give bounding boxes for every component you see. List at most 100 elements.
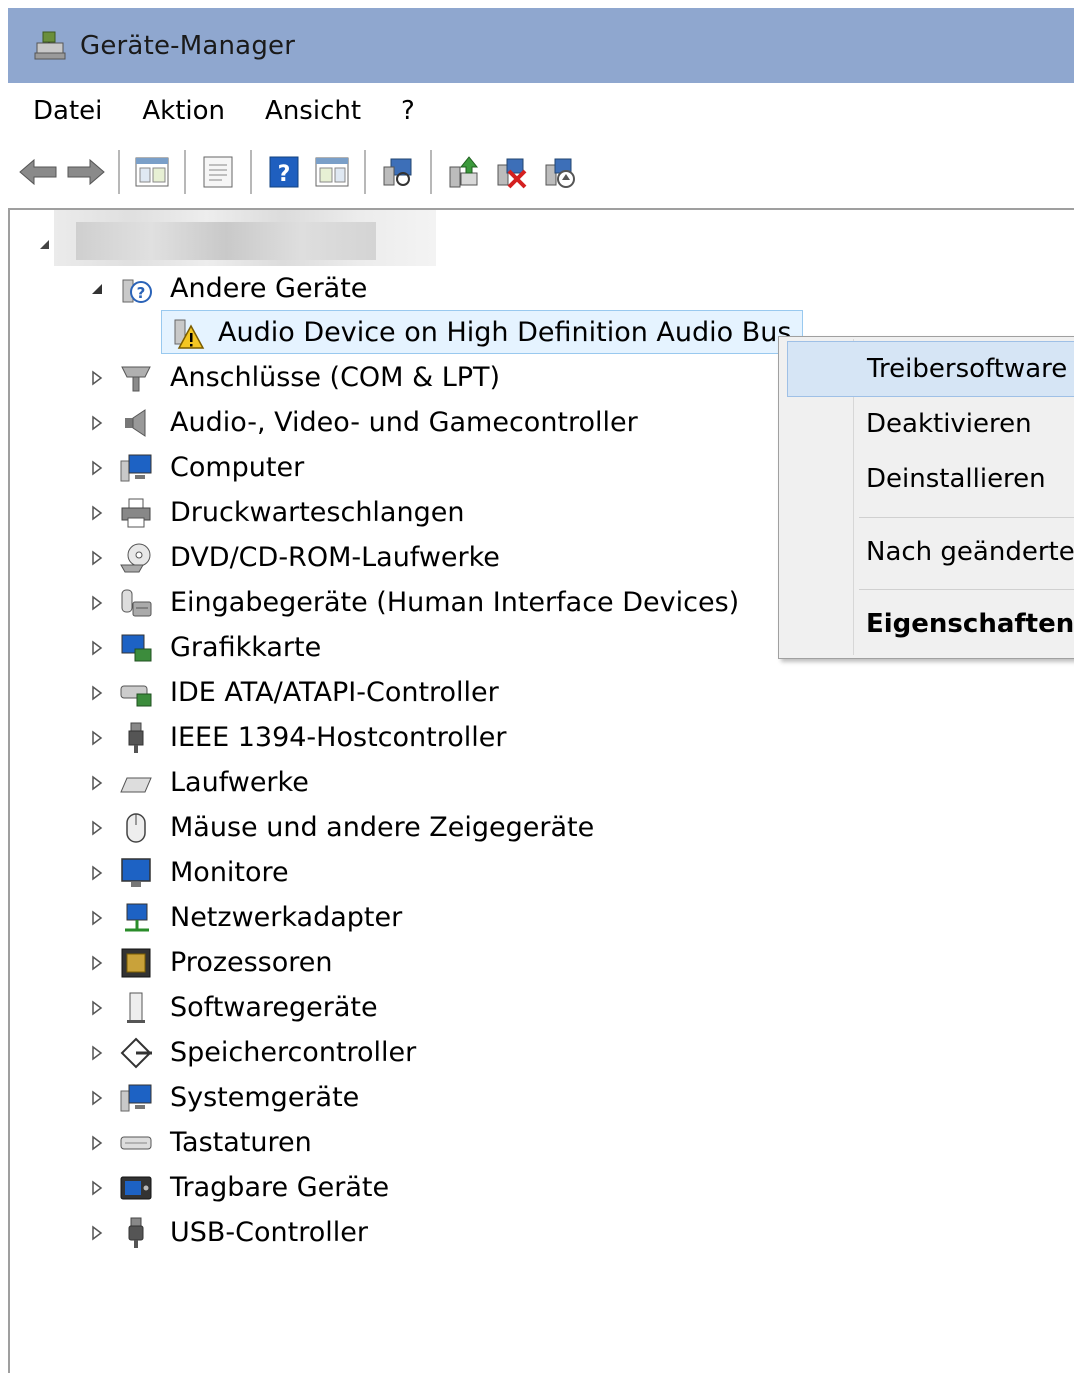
collapsed-arrow-icon[interactable] bbox=[90, 1223, 104, 1243]
update-driver-icon[interactable] bbox=[442, 150, 486, 194]
collapsed-arrow-icon[interactable] bbox=[90, 863, 104, 883]
context-menu-scan-changes[interactable]: Nach geänderte bbox=[787, 525, 1074, 579]
svg-text:?: ? bbox=[278, 162, 291, 187]
tree-label: Softwaregeräte bbox=[170, 992, 378, 1023]
tree-label: Computer bbox=[170, 452, 305, 483]
collapsed-arrow-icon[interactable] bbox=[90, 1088, 104, 1108]
tree-label: USB-Controller bbox=[170, 1217, 368, 1248]
network-adapter-icon bbox=[118, 900, 154, 936]
collapsed-arrow-icon[interactable] bbox=[90, 683, 104, 703]
menu-datei[interactable]: Datei bbox=[26, 90, 109, 132]
console-tree-icon[interactable] bbox=[130, 150, 174, 194]
tree-label: Speichercontroller bbox=[170, 1037, 417, 1068]
ide-controller-icon bbox=[118, 675, 154, 711]
keyboard-icon bbox=[118, 1125, 154, 1161]
mouse-icon bbox=[118, 810, 154, 846]
expanded-arrow-icon[interactable] bbox=[90, 279, 104, 299]
storage-controller-icon bbox=[118, 1035, 154, 1071]
computer-icon bbox=[118, 450, 154, 486]
toolbar: ? bbox=[8, 141, 1074, 203]
tree-label: Audio-, Video- und Gamecontroller bbox=[170, 407, 638, 438]
help-icon[interactable]: ? bbox=[262, 150, 306, 194]
menu-item-label: Deaktivieren bbox=[866, 409, 1032, 439]
collapsed-arrow-icon[interactable] bbox=[90, 728, 104, 748]
collapsed-arrow-icon[interactable] bbox=[90, 953, 104, 973]
collapsed-arrow-icon[interactable] bbox=[90, 1178, 104, 1198]
context-menu-properties[interactable]: Eigenschaften bbox=[787, 597, 1074, 651]
tree-label: Tragbare Geräte bbox=[170, 1172, 390, 1203]
speaker-icon bbox=[118, 405, 154, 441]
device-manager-icon bbox=[32, 28, 68, 64]
toolbar-separator bbox=[364, 150, 366, 194]
tree-label: Tastaturen bbox=[170, 1127, 312, 1158]
menu-help[interactable]: ? bbox=[394, 90, 422, 132]
collapsed-arrow-icon[interactable] bbox=[90, 413, 104, 433]
uninstall-device-icon[interactable] bbox=[490, 150, 534, 194]
toolbar-separator bbox=[118, 150, 120, 194]
drive-icon bbox=[118, 765, 154, 801]
tree-label: Netzwerkadapter bbox=[170, 902, 403, 933]
toolbar-separator bbox=[250, 150, 252, 194]
unknown-device-icon: ? bbox=[118, 271, 154, 307]
tree-label: Anschlüsse (COM & LPT) bbox=[170, 362, 501, 393]
tree-label: IEEE 1394-Hostcontroller bbox=[170, 722, 507, 753]
action-pane-icon[interactable] bbox=[310, 150, 354, 194]
svg-text:?: ? bbox=[137, 284, 146, 302]
software-device-icon bbox=[118, 990, 154, 1026]
firewire-plug-icon bbox=[118, 720, 154, 756]
properties-icon[interactable] bbox=[196, 150, 240, 194]
disc-drive-icon bbox=[118, 540, 154, 576]
portable-device-icon bbox=[118, 1170, 154, 1206]
toolbar-separator bbox=[184, 150, 186, 194]
tree-label: Prozessoren bbox=[170, 947, 333, 978]
menu-bar: Datei Aktion Ansicht ? bbox=[8, 83, 1074, 139]
tree-label: Systemgeräte bbox=[170, 1082, 360, 1113]
context-menu-update-driver[interactable]: Treibersoftware bbox=[787, 341, 1074, 397]
tree-label: Monitore bbox=[170, 857, 289, 888]
scan-hardware-icon[interactable] bbox=[376, 150, 420, 194]
context-menu-uninstall[interactable]: Deinstallieren bbox=[787, 452, 1074, 506]
toolbar-separator bbox=[430, 150, 432, 194]
menu-item-label: Nach geänderte bbox=[866, 537, 1074, 567]
collapsed-arrow-icon[interactable] bbox=[90, 548, 104, 568]
collapsed-arrow-icon[interactable] bbox=[90, 503, 104, 523]
graphics-card-icon bbox=[118, 630, 154, 666]
tree-label: Andere Geräte bbox=[170, 273, 368, 304]
tree-label: Audio Device on High Definition Audio Bu… bbox=[218, 317, 792, 348]
collapsed-arrow-icon[interactable] bbox=[90, 908, 104, 928]
expanded-arrow-icon[interactable] bbox=[40, 240, 49, 249]
menu-ansicht[interactable]: Ansicht bbox=[258, 90, 368, 132]
collapsed-arrow-icon[interactable] bbox=[90, 818, 104, 838]
collapsed-arrow-icon[interactable] bbox=[90, 1043, 104, 1063]
system-device-icon bbox=[118, 1080, 154, 1116]
tree-label: IDE ATA/ATAPI-Controller bbox=[170, 677, 499, 708]
context-menu-disable[interactable]: Deaktivieren bbox=[787, 397, 1074, 451]
context-menu: Treibersoftware Deaktivieren Deinstallie… bbox=[778, 336, 1074, 659]
context-menu-separator bbox=[859, 589, 1074, 590]
back-arrow-icon[interactable] bbox=[16, 150, 60, 194]
collapsed-arrow-icon[interactable] bbox=[90, 458, 104, 478]
tree-label: DVD/CD-ROM-Laufwerke bbox=[170, 542, 500, 573]
disable-device-icon[interactable] bbox=[538, 150, 582, 194]
collapsed-arrow-icon[interactable] bbox=[90, 773, 104, 793]
collapsed-arrow-icon[interactable] bbox=[90, 593, 104, 613]
computer-name-redacted-inner bbox=[76, 222, 376, 260]
collapsed-arrow-icon[interactable] bbox=[90, 638, 104, 658]
tree-label: Eingabegeräte (Human Interface Devices) bbox=[170, 587, 740, 618]
processor-icon bbox=[118, 945, 154, 981]
menu-aktion[interactable]: Aktion bbox=[135, 90, 232, 132]
window-title: Geräte-Manager bbox=[80, 30, 296, 61]
input-device-icon bbox=[118, 585, 154, 621]
tree-label: Laufwerke bbox=[170, 767, 309, 798]
title-bar: Geräte-Manager bbox=[8, 8, 1074, 83]
monitor-icon bbox=[118, 855, 154, 891]
collapsed-arrow-icon[interactable] bbox=[90, 1133, 104, 1153]
tree-label: Druckwarteschlangen bbox=[170, 497, 465, 528]
menu-item-label: Deinstallieren bbox=[866, 464, 1046, 494]
usb-plug-icon bbox=[118, 1215, 154, 1251]
menu-item-label: Eigenschaften bbox=[866, 609, 1074, 639]
collapsed-arrow-icon[interactable] bbox=[90, 998, 104, 1018]
collapsed-arrow-icon[interactable] bbox=[90, 368, 104, 388]
forward-arrow-icon[interactable] bbox=[64, 150, 108, 194]
menu-item-label: Treibersoftware bbox=[867, 354, 1068, 384]
